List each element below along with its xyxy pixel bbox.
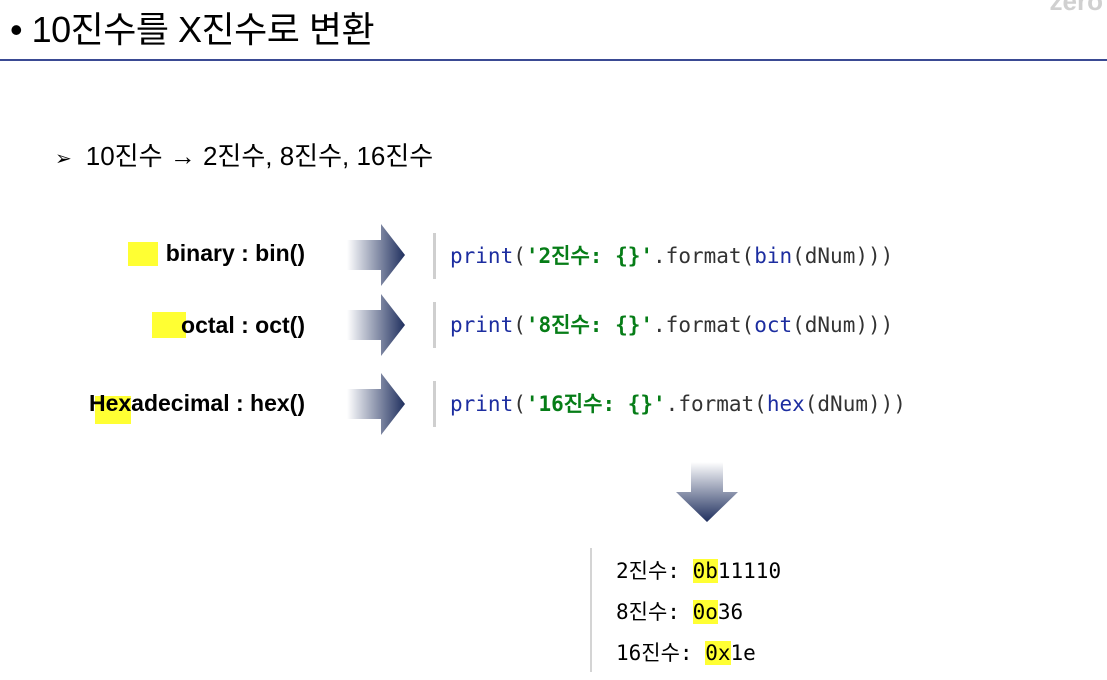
code-function: hex — [766, 392, 805, 416]
code-string: '2진수: {}' — [525, 244, 654, 268]
code-keyword: print — [450, 392, 514, 416]
code-string: '8진수: {}' — [525, 313, 654, 337]
code-args: (dNum))) — [792, 244, 894, 268]
right-arrow-icon — [347, 373, 405, 435]
code-line-hex: print('16진수: {}'.format(hex(dNum))) — [433, 381, 906, 427]
code-function: bin — [754, 244, 793, 268]
code-method: .format( — [665, 392, 767, 416]
code-method: .format( — [653, 244, 755, 268]
subheading: ➢ 10진수 → 2진수, 8진수, 16진수 — [55, 138, 433, 177]
code-args: (dNum))) — [792, 313, 894, 337]
output-line-hex: 16진수: 0x1e — [616, 638, 756, 668]
label-highlight — [128, 242, 158, 266]
output-value: 11110 — [717, 559, 782, 583]
output-label: 2진수: — [616, 559, 693, 583]
output-value: 36 — [717, 600, 744, 624]
code-keyword: print — [450, 244, 514, 268]
label-binary: binary : bin() — [165, 240, 305, 266]
code-paren: ( — [513, 392, 526, 416]
title-divider — [0, 59, 1107, 61]
output-prefix: 0o — [692, 600, 718, 624]
output-value: 1e — [730, 641, 756, 665]
output-line-octal: 8진수: 0o36 — [616, 597, 743, 627]
label-octal: octal : oct() — [181, 312, 305, 338]
right-arrow-icon — [347, 224, 405, 286]
code-line-binary: print('2진수: {}'.format(bin(dNum))) — [433, 233, 893, 279]
brand-logo: zero — [1049, 0, 1103, 16]
code-paren: ( — [513, 244, 526, 268]
code-method: .format( — [653, 313, 755, 337]
bullet-arrow-icon: ➢ — [55, 148, 72, 170]
label-hexadecimal: Hexadecimal : hex() — [88, 390, 305, 416]
output-prefix: 0x — [705, 641, 731, 665]
subheading-text: 10진수 → 2진수, 8진수, 16진수 — [85, 141, 434, 171]
code-keyword: print — [450, 313, 514, 337]
right-arrow-icon — [347, 294, 405, 356]
down-arrow-icon — [676, 462, 738, 522]
output-prefix: 0b — [692, 559, 718, 583]
code-string: '16진수: {}' — [525, 392, 666, 416]
code-args: (dNum))) — [804, 392, 906, 416]
code-function: oct — [754, 313, 793, 337]
output-panel: 2진수: 0b11110 8진수: 0o36 16진수: 0x1e — [590, 548, 852, 672]
code-paren: ( — [513, 313, 526, 337]
code-line-octal: print('8진수: {}'.format(oct(dNum))) — [433, 302, 893, 348]
output-label: 8진수: — [616, 600, 693, 624]
output-line-binary: 2진수: 0b11110 — [616, 556, 781, 586]
page-title: • 10진수를 X진수로 변환 — [10, 9, 375, 50]
output-label: 16진수: — [616, 641, 706, 665]
